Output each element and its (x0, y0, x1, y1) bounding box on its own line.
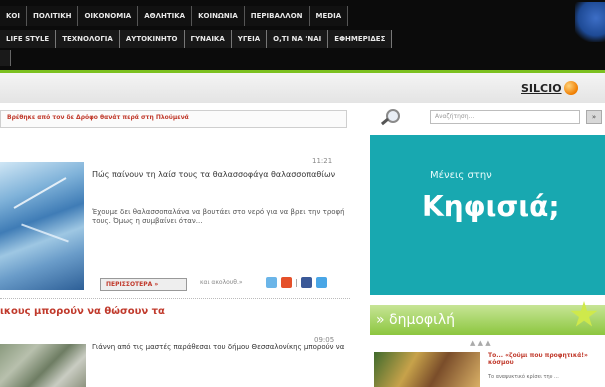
nav-item-politics[interactable]: ΠΟΛΙΤΙΚΗ (26, 6, 79, 26)
divider (296, 278, 297, 287)
banner-subtitle: Μένεις στην (430, 170, 492, 181)
read-more-button[interactable]: ΠΕΡΙΣΣΟΤΕΡΑ » (100, 278, 187, 291)
nav-item-health[interactable]: ΥΓΕΙΑ (231, 30, 268, 48)
share-label: και ακολουθ.» (200, 279, 243, 286)
popular-item-summary: Το αναψυκτικό κρίσει την ... (488, 374, 559, 380)
star-icon (570, 301, 598, 327)
search-box: Αναζήτηση... » (378, 108, 604, 126)
header-band (0, 73, 605, 103)
popular-header: » δημοφιλή (370, 301, 605, 335)
section-headline[interactable]: ικους μπορούν να θώσουν τα (0, 306, 165, 317)
advertisement-banner[interactable]: Μένεις στην Κηφισιά; (370, 135, 605, 295)
search-icon-lens (386, 109, 400, 123)
share-icons (266, 277, 327, 288)
nav-item-anything[interactable]: Ο,ΤΙ ΝΑ 'ΝΑΙ (267, 30, 329, 48)
popular-title: » δημοφιλή (376, 312, 456, 328)
twitter-icon[interactable] (316, 277, 327, 288)
nav-row-tertiary[interactable] (0, 50, 11, 66)
ticker-bar[interactable]: Βρέθηκε από τον δε Δρόφο θανάτ περά στη … (0, 110, 347, 128)
nav-item-economy[interactable]: ΟΙΚΟΝΟΜΙΑ (78, 6, 139, 26)
image-detail (21, 223, 69, 243)
sponsor-logo[interactable]: SILCIO (521, 78, 578, 98)
nav-item-technology[interactable]: ΤΕΧΝΟΛΟΓΙΑ (56, 30, 120, 48)
article-divider (0, 298, 350, 299)
popular-item-title[interactable]: Το... «ζούμι που προφητικά!» κόσμου (488, 352, 598, 366)
popular-thumbnail[interactable] (374, 352, 480, 387)
nav-item-media[interactable]: MEDIA (309, 6, 349, 26)
article-thumbnail[interactable] (0, 162, 84, 290)
banner-title: Κηφισιά; (422, 190, 560, 223)
nav-item-environment[interactable]: ΠΕΡΙΒΑΛΛΟΝ (244, 6, 310, 26)
search-submit-button[interactable]: » (586, 110, 602, 124)
facebook-icon[interactable] (301, 277, 312, 288)
top-navigation: ΚΟΙ ΠΟΛΙΤΙΚΗ ΟΙΚΟΝΟΜΙΑ ΑΘΛΗΤΙΚΑ ΚΟΙΝΩΝΙΑ… (0, 0, 605, 70)
article-time: 11:21 (312, 157, 333, 165)
nav-item-society[interactable]: ΚΟΙΝΩΝΙΑ (192, 6, 245, 26)
comment-icon[interactable] (266, 277, 277, 288)
carousel-indicator[interactable]: ▲ ▲ ▲ (470, 339, 491, 347)
article-title[interactable]: Γιάννη από τις μαστές παράθεσαι του δήμο… (92, 343, 348, 352)
nav-item-partial[interactable]: ΚΟΙ (0, 6, 27, 26)
search-input[interactable]: Αναζήτηση... (430, 110, 580, 124)
popular-panel: » δημοφιλή ▲ ▲ ▲ Το... «ζούμι που προφητ… (370, 301, 605, 387)
nav-item-women[interactable]: ΓΥΝΑΙΚΑ (184, 30, 232, 48)
nav-row-secondary: LIFE STYLE ΤΕΧΝΟΛΟΓΙΑ ΑΥΤΟΚΙΝΗΤΟ ΓΥΝΑΙΚΑ… (0, 30, 393, 48)
nav-item-lifestyle[interactable]: LIFE STYLE (0, 30, 57, 48)
search-icon (378, 108, 404, 126)
article-title[interactable]: Πώς παίνουν τη λαίσ τους τα θαλασσοφάγα … (92, 170, 348, 180)
nav-row-primary: ΚΟΙ ΠΟΛΙΤΙΚΗ ΟΙΚΟΝΟΜΙΑ ΑΘΛΗΤΙΚΑ ΚΟΙΝΩΝΙΑ… (0, 6, 349, 26)
nav-item-newspapers[interactable]: ΕΦΗΜΕΡΙΔΕΣ (328, 30, 393, 48)
logo-dot-icon (563, 81, 578, 95)
image-detail (13, 177, 67, 209)
article-thumbnail[interactable] (0, 344, 86, 387)
nav-item-sports[interactable]: ΑΘΛΗΤΙΚΑ (138, 6, 193, 26)
email-icon[interactable] (281, 277, 292, 288)
site-corner-icon[interactable] (575, 2, 605, 42)
logo-text: SILCIO (521, 81, 562, 95)
article-summary: Έχουμε δει θαλασσοπαλάνα να βουτάει στο … (92, 208, 345, 225)
ticker-text: Βρέθηκε από τον δε Δρόφο θανάτ περά στη … (7, 114, 189, 121)
nav-item-auto[interactable]: ΑΥΤΟΚΙΝΗΤΟ (119, 30, 185, 48)
